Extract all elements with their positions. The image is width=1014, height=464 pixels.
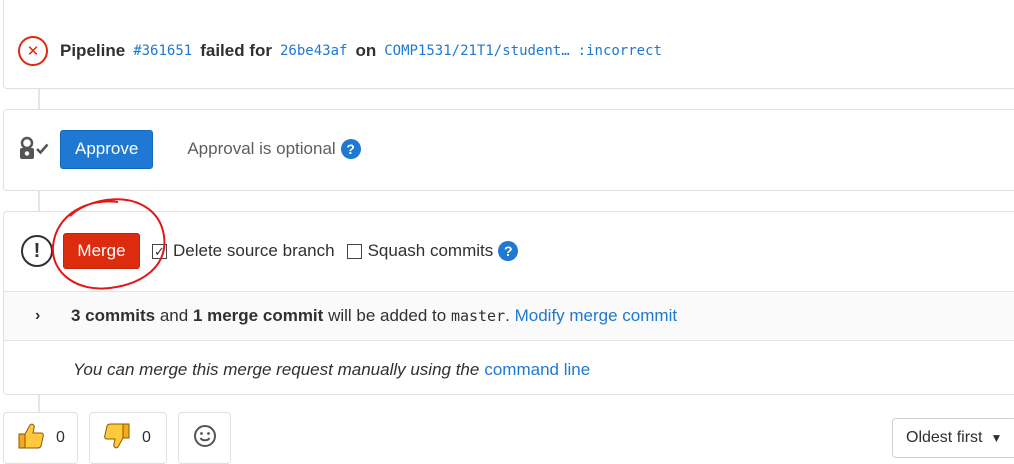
thumbsup-count: 0 [56, 429, 65, 446]
manual-merge-text: You can merge this merge request manuall… [73, 360, 480, 379]
delete-source-branch-option[interactable]: ✓ Delete source branch [152, 241, 335, 261]
pipeline-failed-text: failed for [200, 41, 272, 60]
thumbsup-icon [16, 421, 46, 456]
delete-source-branch-checkbox[interactable]: ✓ [152, 243, 167, 259]
merge-commit-count: 1 merge commit [192, 306, 324, 325]
chevron-down-icon: ▼ [990, 431, 1003, 445]
pipeline-on-text: on [355, 41, 377, 60]
commits-added-text: will be added to [328, 306, 447, 325]
ref-link[interactable]: :incorrect [578, 43, 662, 59]
merge-action-row: ! Merge ✓ Delete source branch Squash co… [21, 232, 519, 270]
squash-help-icon[interactable]: ? [498, 241, 519, 261]
approval-row: Approve Approval is optional ? [18, 129, 361, 169]
modify-merge-commit-link[interactable]: Modify merge commit [515, 306, 677, 325]
delete-source-branch-label: Delete source branch [173, 241, 335, 260]
thumbsdown-icon [102, 421, 132, 456]
commit-sha-link[interactable]: 26be43af [280, 43, 347, 59]
smiley-icon [193, 424, 217, 453]
branch-link[interactable]: COMP1531/21T1/student… [384, 43, 569, 59]
approval-help-icon[interactable]: ? [340, 139, 361, 159]
approve-button[interactable]: Approve [60, 129, 154, 169]
commits-and-text: and [159, 306, 189, 325]
commits-summary: 3 commits and 1 merge commit will be add… [71, 306, 677, 326]
approval-icon [18, 134, 50, 164]
command-line-link[interactable]: command line [484, 360, 590, 380]
commits-period: . [505, 306, 510, 325]
commits-count: 3 commits [71, 306, 156, 325]
pipeline-label: Pipeline [60, 41, 126, 60]
target-branch: master [450, 307, 506, 325]
merge-button[interactable]: Merge [63, 233, 140, 269]
manual-merge-row: You can merge this merge request manuall… [73, 358, 590, 382]
squash-commits-label: Squash commits [367, 241, 494, 260]
pipeline-status-row: ✕ Pipeline #361651 failed for 26be43af o… [18, 36, 662, 66]
pipeline-id-link[interactable]: #361651 [133, 43, 192, 59]
thumbsdown-count: 0 [142, 429, 151, 446]
sort-order-label: Oldest first [906, 429, 983, 446]
thumbsdown-award-button[interactable]: 0 [89, 412, 167, 464]
sort-order-dropdown[interactable]: Oldest first ▼ [892, 418, 1014, 458]
add-reaction-button[interactable] [178, 412, 231, 464]
chevron-right-icon[interactable]: › [35, 307, 49, 325]
status-failed-icon[interactable]: ✕ [18, 36, 48, 66]
warning-icon: ! [21, 235, 53, 267]
squash-commits-option[interactable]: Squash commits [346, 241, 494, 261]
commits-info-bar[interactable]: › 3 commits and 1 merge commit will be a… [4, 291, 1014, 341]
approval-status-text: Approval is optional [187, 139, 336, 158]
squash-commits-checkbox[interactable] [346, 243, 362, 259]
thumbsup-award-button[interactable]: 0 [3, 412, 78, 464]
